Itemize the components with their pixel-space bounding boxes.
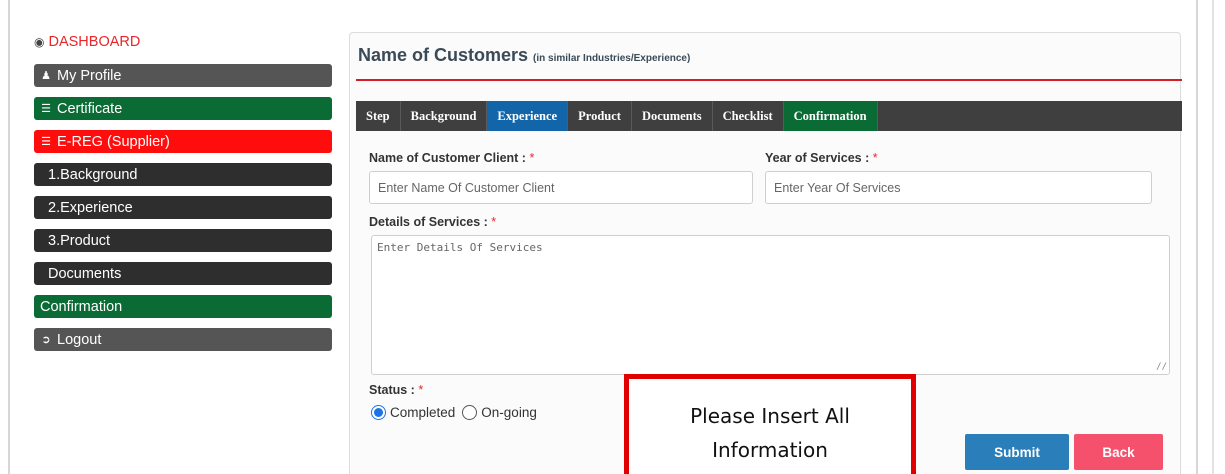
- required-mark: *: [529, 151, 535, 165]
- page-subtitle: (in similar Industries/Experience): [533, 53, 691, 64]
- sidebar-item-certificate[interactable]: ☰ Certificate: [34, 97, 332, 120]
- resize-handle-icon[interactable]: ∕∕: [1156, 362, 1167, 372]
- status-ongoing-label[interactable]: On-going: [481, 405, 537, 420]
- sidebar-item-background[interactable]: 1.Background: [34, 163, 332, 186]
- user-icon: ♟: [41, 70, 51, 82]
- sidebar-item-label: 1.Background: [48, 166, 138, 183]
- sidebar-item-experience[interactable]: 2.Experience: [34, 196, 332, 219]
- tab-documents[interactable]: Documents: [632, 101, 713, 131]
- sidebar-item-label: 3.Product: [48, 232, 111, 249]
- page-title: Name of Customers (in similar Industries…: [358, 45, 690, 66]
- year-of-services-input[interactable]: Enter Year Of Services: [765, 171, 1152, 204]
- status-label-text: Status :: [369, 383, 415, 397]
- tab-product[interactable]: Product: [568, 101, 632, 131]
- sidebar-item-label: Certificate: [57, 100, 123, 117]
- validation-callout-text: Please Insert All Information: [690, 404, 850, 462]
- tab-step[interactable]: Step: [356, 101, 401, 131]
- step-tabs: Step Background Experience Product Docum…: [356, 101, 1182, 131]
- customer-client-input[interactable]: Enter Name Of Customer Client: [369, 171, 753, 204]
- list-icon: ☰: [41, 103, 51, 115]
- submit-button[interactable]: Submit: [965, 434, 1069, 470]
- dashboard-link[interactable]: ◉ DASHBOARD: [34, 32, 332, 52]
- sidebar-item-documents[interactable]: Documents: [34, 262, 332, 285]
- details-of-services-textarea[interactable]: Enter Details Of Services ∕∕: [371, 235, 1170, 375]
- sidebar-item-product[interactable]: 3.Product: [34, 229, 332, 252]
- required-mark: *: [418, 383, 424, 397]
- sidebar-item-label: Logout: [57, 331, 102, 348]
- sidebar-item-label: My Profile: [57, 67, 122, 84]
- logout-icon: ➲: [41, 334, 51, 346]
- sidebar-item-confirmation[interactable]: Confirmation: [34, 295, 332, 318]
- back-button[interactable]: Back: [1074, 434, 1163, 470]
- validation-callout: Please Insert All Information: [624, 374, 916, 474]
- details-placeholder: Enter Details Of Services: [377, 241, 543, 254]
- sidebar-item-label: 2.Experience: [48, 199, 133, 216]
- list-icon: ☰: [41, 136, 51, 148]
- sidebar-item-logout[interactable]: ➲ Logout: [34, 328, 332, 351]
- tab-background[interactable]: Background: [401, 101, 488, 131]
- scrollbar-track: [1212, 0, 1214, 474]
- details-of-services-label: Details of Services : *: [369, 215, 496, 229]
- details-of-services-label-text: Details of Services :: [369, 215, 488, 229]
- sidebar-item-label: Confirmation: [40, 298, 123, 315]
- status-label: Status : *: [369, 383, 423, 397]
- tab-experience[interactable]: Experience: [487, 101, 569, 131]
- tab-confirmation[interactable]: Confirmation: [783, 101, 878, 131]
- sidebar-item-label: E-REG (Supplier): [57, 133, 170, 150]
- tab-checklist[interactable]: Checklist: [713, 101, 784, 131]
- year-of-services-label: Year of Services : *: [765, 151, 878, 165]
- title-divider: [356, 79, 1182, 81]
- year-of-services-label-text: Year of Services :: [765, 151, 870, 165]
- sidebar-item-e-reg[interactable]: ☰ E-REG (Supplier): [34, 130, 332, 153]
- sidebar-item-my-profile[interactable]: ♟ My Profile: [34, 64, 332, 87]
- customer-client-label: Name of Customer Client : *: [369, 151, 534, 165]
- dashboard-icon: ◉: [34, 35, 45, 49]
- customer-client-label-text: Name of Customer Client :: [369, 151, 526, 165]
- status-radio-group: Completed On-going: [371, 405, 537, 420]
- status-completed-radio[interactable]: [371, 405, 386, 420]
- dashboard-label: DASHBOARD: [48, 34, 141, 50]
- status-ongoing-radio[interactable]: [462, 405, 478, 420]
- frame-left-border: [8, 0, 10, 474]
- sidebar-item-label: Documents: [48, 265, 122, 282]
- page-title-text: Name of Customers: [358, 45, 529, 65]
- frame-right-border: [1196, 0, 1198, 474]
- sidebar: ◉ DASHBOARD ♟ My Profile ☰ Certificate ☰…: [34, 32, 332, 361]
- required-mark: *: [491, 215, 497, 229]
- required-mark: *: [872, 151, 878, 165]
- status-completed-label[interactable]: Completed: [390, 405, 455, 420]
